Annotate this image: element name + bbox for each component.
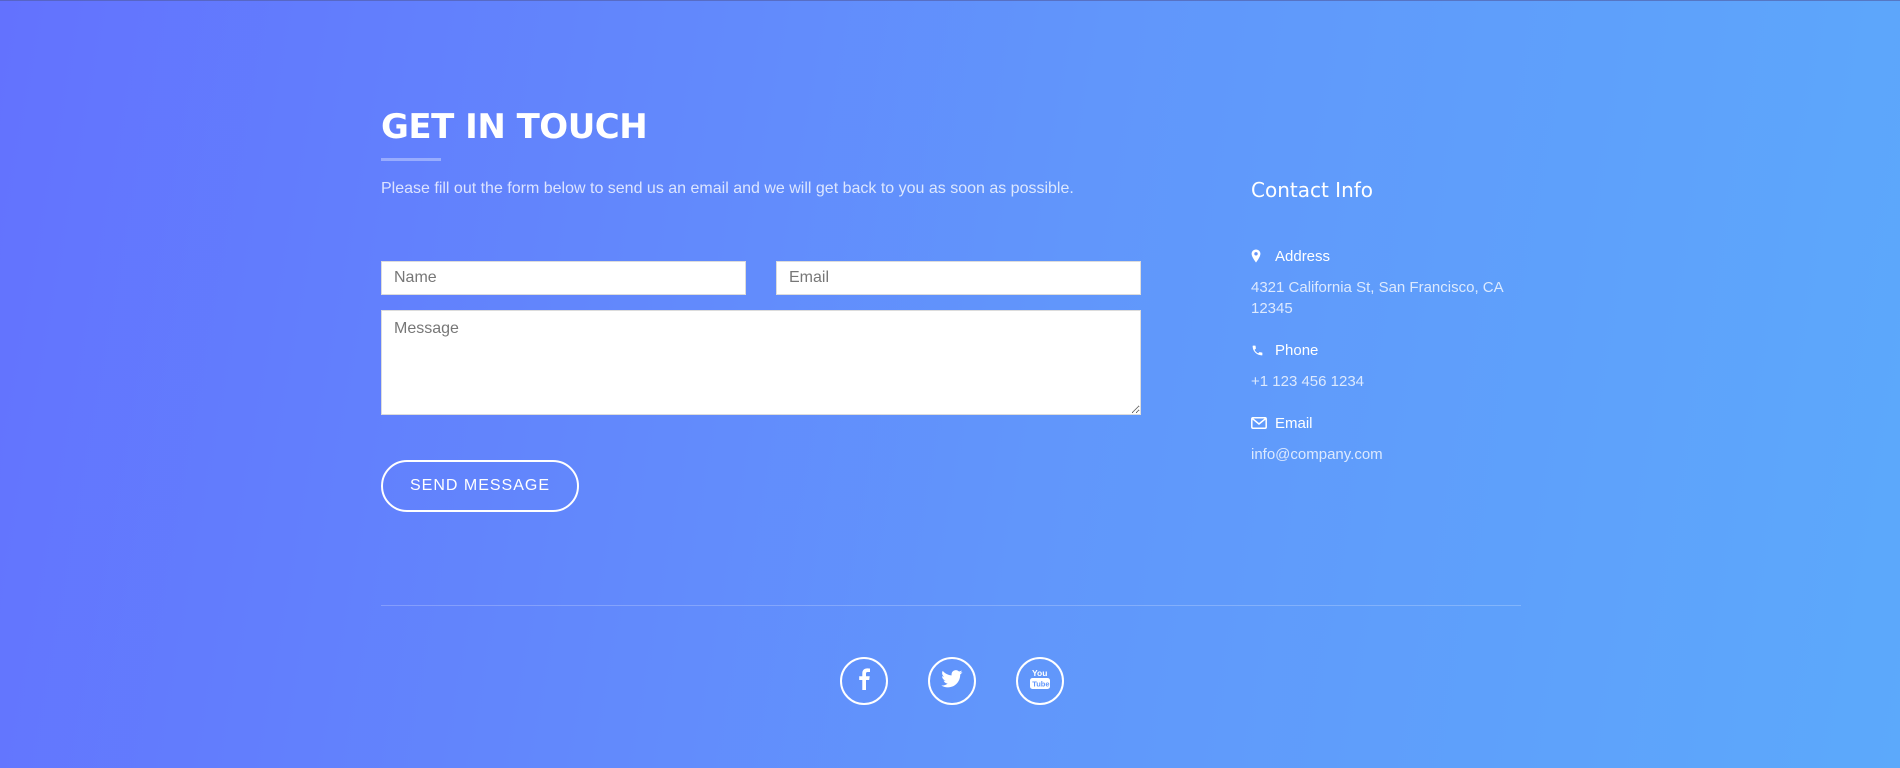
address-label-text: Address [1275, 247, 1331, 265]
contact-info-heading: Contact Info [1251, 178, 1374, 202]
email-value: info@company.com [1251, 446, 1383, 463]
phone-icon [1251, 344, 1273, 357]
email-label: Email [1251, 413, 1313, 433]
youtube-icon: You Tube [1029, 667, 1051, 696]
phone-label: Phone [1251, 340, 1318, 360]
name-input[interactable] [381, 261, 746, 295]
svg-text:Tube: Tube [1032, 679, 1049, 688]
email-label-text: Email [1275, 414, 1313, 432]
email-input[interactable] [776, 261, 1141, 295]
contact-section: GET IN TOUCH Please fill out the form be… [381, 0, 1521, 768]
phone-value: +1 123 456 1234 [1251, 373, 1365, 390]
youtube-link[interactable]: You Tube [1016, 657, 1064, 705]
section-subtitle: Please fill out the form below to send u… [381, 180, 1074, 197]
svg-text:You: You [1032, 668, 1047, 678]
message-textarea[interactable] [381, 310, 1141, 415]
map-marker-icon [1251, 249, 1273, 263]
section-title: GET IN TOUCH [381, 107, 648, 147]
send-message-button[interactable]: SEND MESSAGE [381, 460, 579, 512]
facebook-link[interactable] [840, 657, 888, 705]
address-value: 4321 California St, San Francisco, CA 12… [1251, 279, 1503, 317]
twitter-icon [941, 669, 963, 693]
envelope-icon [1251, 417, 1273, 429]
address-label: Address [1251, 246, 1330, 266]
footer-divider [381, 605, 1521, 606]
twitter-link[interactable] [928, 657, 976, 705]
title-underline [381, 158, 441, 161]
phone-label-text: Phone [1275, 341, 1319, 359]
facebook-icon [858, 667, 870, 695]
